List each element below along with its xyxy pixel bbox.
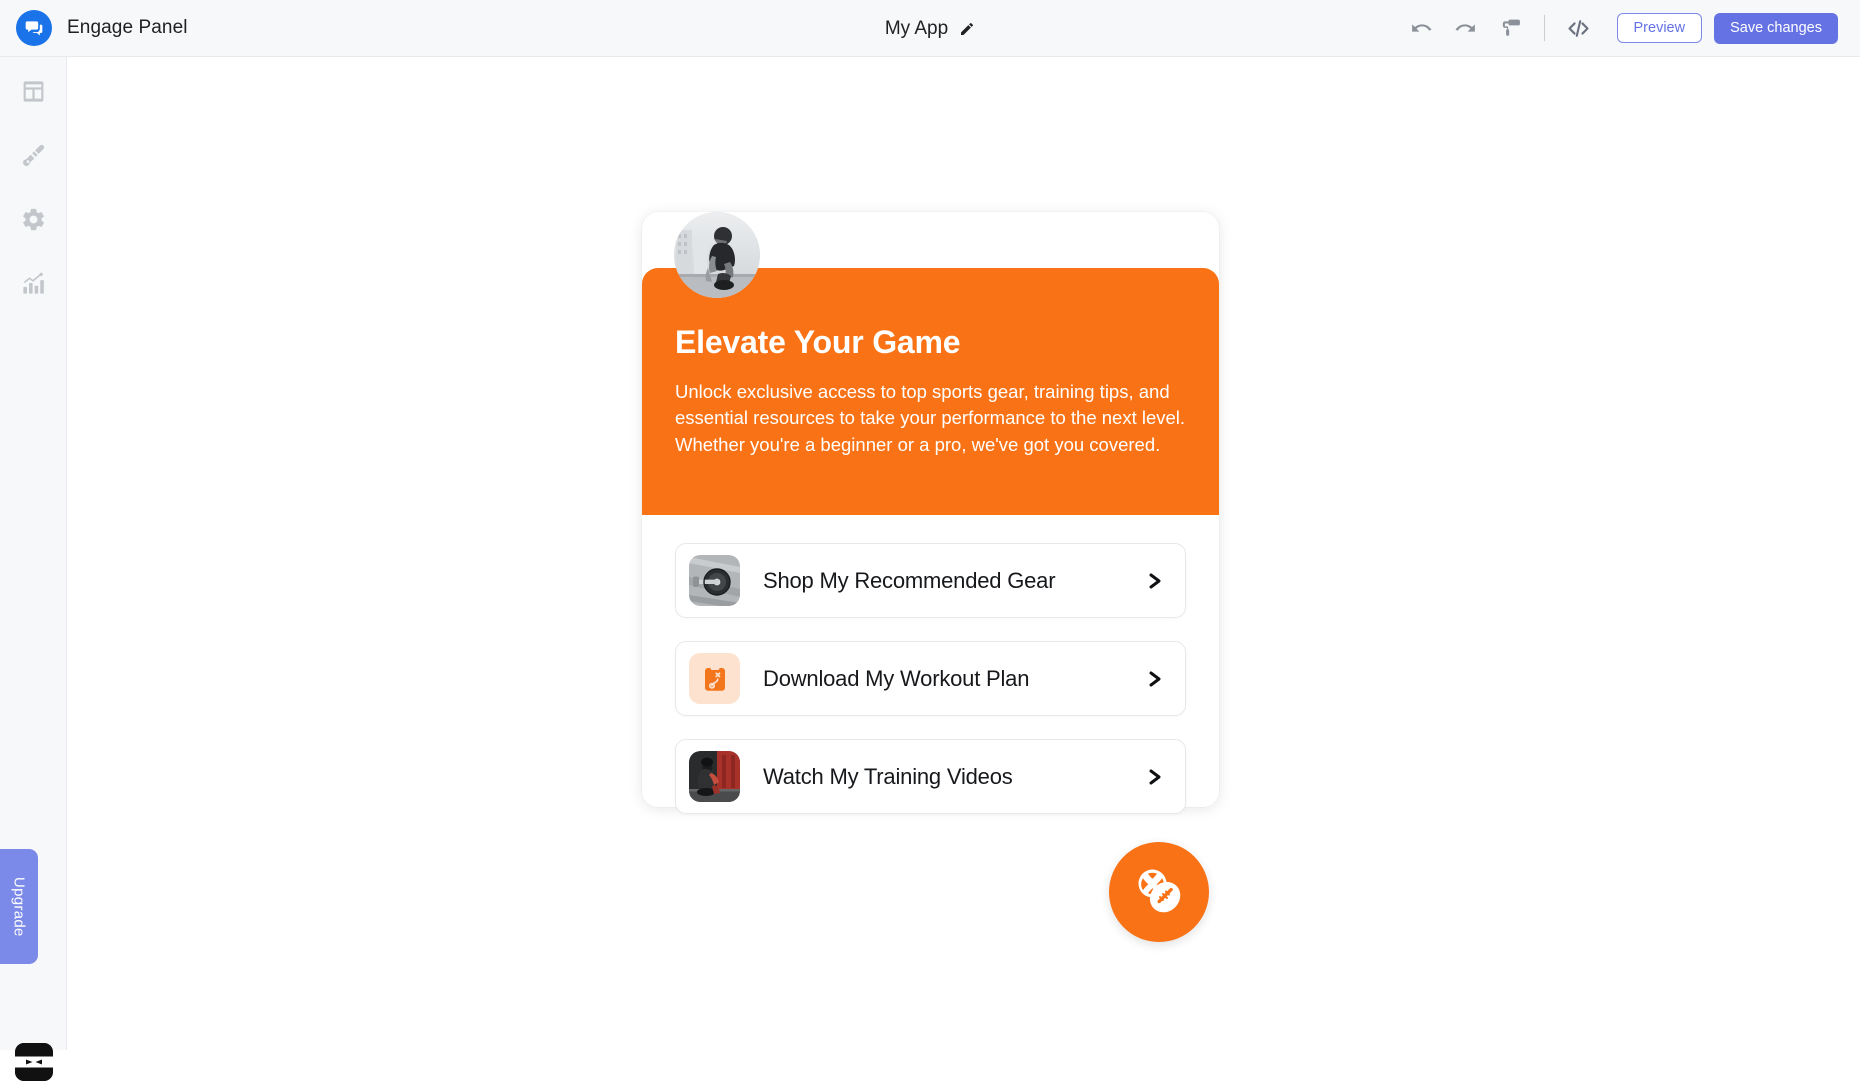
sidebar-item-design[interactable] (0, 126, 67, 190)
chevron-right-icon (1146, 767, 1164, 787)
bar-chart-icon (20, 270, 47, 302)
top-bar: Engage Panel My App Preview Save changes (0, 0, 1860, 57)
sidebar-item-settings[interactable] (0, 190, 67, 254)
paint-roller-icon[interactable] (1488, 8, 1532, 48)
links-section: Shop My Recommended Gear Download My Wor… (642, 515, 1219, 814)
gym-training-photo (689, 751, 740, 802)
redo-arrow-icon[interactable] (1444, 8, 1488, 48)
upgrade-button[interactable]: Upgrade (0, 849, 38, 964)
link-label: Shop My Recommended Gear (763, 567, 1056, 593)
sidebar-item-analytics[interactable] (0, 254, 67, 318)
sidebar-item-blocks[interactable] (0, 62, 67, 126)
brand: Engage Panel (0, 10, 360, 46)
upgrade-label: Upgrade (10, 876, 28, 937)
link-row-training-videos[interactable]: Watch My Training Videos (675, 739, 1186, 814)
link-label: Watch My Training Videos (763, 763, 1013, 789)
link-row-shop-gear[interactable]: Shop My Recommended Gear (675, 543, 1186, 618)
toolbar-divider (1543, 15, 1545, 41)
sports-balls-floating-button[interactable] (1109, 842, 1209, 942)
paintbrush-icon (20, 142, 47, 174)
hero-title: Elevate Your Game (675, 324, 961, 360)
code-brackets-icon[interactable] (1557, 8, 1601, 48)
preview-button[interactable]: Preview (1616, 13, 1703, 43)
chevron-right-icon (1146, 669, 1164, 689)
undo-arrow-icon[interactable] (1400, 8, 1444, 48)
link-row-workout-plan[interactable]: Download My Workout Plan (675, 641, 1186, 716)
ninja-face-avatar[interactable] (15, 1043, 53, 1081)
link-label: Download My Workout Plan (763, 665, 1030, 691)
left-sidebar: Upgrade (0, 57, 67, 1081)
sports-balls-icon (1130, 861, 1188, 924)
app-title: My App (884, 17, 949, 39)
top-bar-actions: Preview Save changes (1400, 8, 1860, 48)
barbell-weight-photo (689, 555, 740, 606)
hero-section: Elevate Your Game Unlock exclusive acces… (642, 268, 1219, 515)
profile-avatar (674, 212, 760, 298)
layout-grid-icon (20, 78, 47, 110)
link-in-bio-card: Elevate Your Game Unlock exclusive acces… (642, 212, 1219, 814)
gear-icon (20, 206, 47, 238)
chevron-right-icon (1146, 571, 1164, 591)
brand-name: Engage Panel (67, 17, 188, 38)
save-changes-button[interactable]: Save changes (1714, 12, 1838, 44)
clipboard-playbook-icon (689, 653, 740, 704)
pencil-icon[interactable] (959, 21, 975, 37)
sidebar-items (0, 57, 66, 318)
editor-canvas: Elevate Your Game Unlock exclusive acces… (67, 57, 1860, 1050)
hero-description: Unlock exclusive access to top sports ge… (675, 381, 1186, 455)
chat-bubble-icon (16, 10, 52, 46)
